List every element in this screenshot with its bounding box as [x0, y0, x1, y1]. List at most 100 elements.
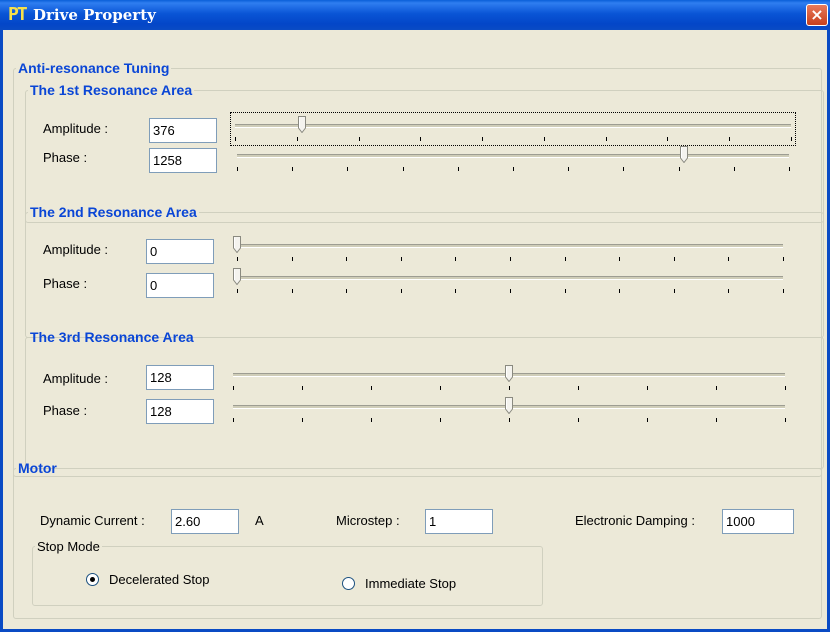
slider-thumb[interactable] [233, 268, 241, 286]
slider-tick [783, 289, 784, 293]
slider-tick [678, 167, 680, 171]
slider-tick [673, 289, 675, 293]
immediate-stop-radio[interactable] [342, 577, 355, 590]
anti-resonance-legend: Anti-resonance Tuning [18, 60, 170, 76]
slider-tick [455, 289, 457, 293]
amplitude-1-slider[interactable] [230, 112, 796, 146]
slider-tick [785, 418, 786, 422]
slider-tick [457, 167, 459, 171]
amplitude-2-slider[interactable] [233, 235, 784, 263]
slider-tick [358, 137, 360, 141]
slider-tick [578, 418, 579, 422]
window-title: Drive Property [33, 6, 156, 24]
slider-tick [510, 289, 511, 293]
resonance-area-2-legend: The 2nd Resonance Area [30, 204, 197, 220]
amplitude-3-label: Amplitude : [43, 371, 109, 386]
slider-tick [440, 418, 441, 422]
slider-tick [420, 137, 422, 141]
slider-tick [346, 289, 348, 293]
slider-tick [605, 137, 607, 141]
phase-2-input[interactable] [146, 273, 214, 298]
slider-thumb[interactable] [505, 365, 513, 383]
phase-1-slider[interactable] [237, 145, 790, 173]
slider-tick [440, 386, 441, 390]
slider-tick [783, 257, 784, 261]
phase-2-slider[interactable] [233, 267, 784, 295]
dynamic-current-input[interactable] [171, 509, 239, 534]
slider-tick [509, 386, 510, 390]
amplitude-2-input[interactable] [146, 239, 214, 264]
amplitude-1-input[interactable] [149, 118, 217, 143]
slider-tick [233, 386, 234, 390]
app-icon: PT [8, 4, 28, 25]
slider-track [237, 244, 783, 248]
slider-tick [647, 418, 648, 422]
slider-tick [482, 137, 484, 141]
phase-1-input[interactable] [149, 148, 217, 173]
slider-tick [619, 257, 621, 261]
slider-tick [716, 386, 717, 390]
decelerated-stop-label[interactable]: Decelerated Stop [109, 572, 209, 587]
slider-tick [291, 289, 293, 293]
slider-tick [623, 167, 625, 171]
phase-3-input[interactable] [146, 399, 214, 424]
slider-tick [455, 257, 457, 261]
close-icon: × [810, 5, 824, 24]
slider-thumb[interactable] [297, 116, 306, 134]
decelerated-stop-radio[interactable] [86, 573, 99, 586]
slider-tick [564, 257, 566, 261]
amplitude-3-input[interactable] [146, 365, 214, 390]
slider-tick [667, 137, 669, 141]
slider-tick [400, 257, 402, 261]
slider-thumb[interactable] [680, 146, 689, 164]
electronic-damping-label: Electronic Damping : [575, 513, 695, 528]
slider-tick [733, 167, 735, 171]
dynamic-current-unit: A [255, 513, 264, 528]
dynamic-current-label: Dynamic Current : [40, 513, 145, 528]
motor-legend: Motor [18, 460, 57, 476]
slider-tick [347, 167, 349, 171]
slider-tick [543, 137, 545, 141]
slider-track [237, 276, 783, 280]
title-bar: PT Drive Property × [0, 0, 830, 30]
slider-tick [568, 167, 570, 171]
slider-tick [647, 386, 648, 390]
phase-3-slider[interactable] [233, 396, 786, 424]
phase-3-label: Phase : [43, 403, 88, 418]
slider-tick [509, 418, 510, 422]
microstep-input[interactable] [425, 509, 493, 534]
slider-tick [296, 137, 298, 141]
amplitude-3-slider[interactable] [233, 364, 786, 392]
slider-track [235, 124, 791, 128]
slider-tick [291, 257, 293, 261]
slider-tick [789, 167, 790, 171]
slider-tick [729, 137, 731, 141]
immediate-stop-label[interactable]: Immediate Stop [365, 576, 456, 591]
slider-thumb[interactable] [505, 397, 513, 415]
slider-tick [400, 289, 402, 293]
slider-tick [302, 418, 303, 422]
slider-tick [235, 137, 236, 141]
slider-tick [513, 167, 514, 171]
close-button[interactable]: × [806, 4, 828, 26]
slider-tick [371, 386, 372, 390]
slider-tick [346, 257, 348, 261]
resonance-area-1-legend: The 1st Resonance Area [30, 82, 193, 98]
slider-thumb[interactable] [233, 236, 241, 254]
slider-tick [728, 289, 730, 293]
slider-track [237, 154, 789, 158]
slider-tick [510, 257, 511, 261]
amplitude-1-label: Amplitude : [43, 121, 109, 136]
slider-tick [292, 167, 294, 171]
amplitude-2-label: Amplitude : [43, 242, 109, 257]
slider-tick [619, 289, 621, 293]
slider-tick [233, 418, 234, 422]
slider-tick [237, 289, 238, 293]
slider-tick [785, 386, 786, 390]
slider-tick [564, 289, 566, 293]
slider-tick [673, 257, 675, 261]
phase-1-label: Phase : [43, 150, 88, 165]
electronic-damping-input[interactable] [722, 509, 794, 534]
slider-tick [237, 167, 238, 171]
stop-mode-legend: Stop Mode [37, 539, 100, 554]
